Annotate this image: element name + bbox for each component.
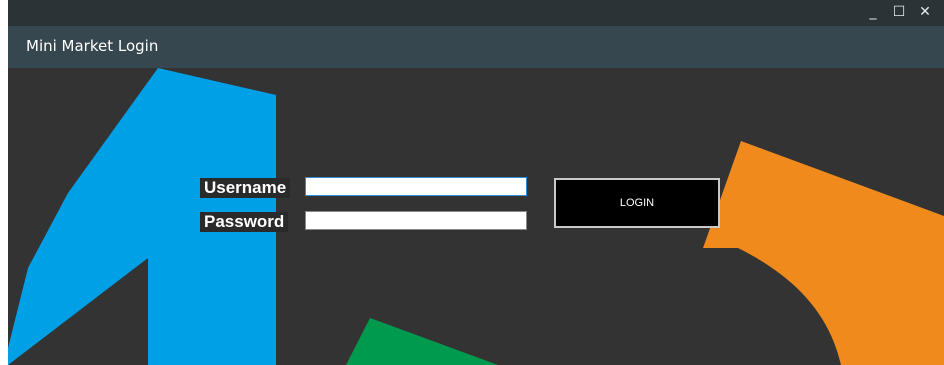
password-input[interactable] <box>305 211 527 230</box>
maximize-icon[interactable]: ☐ <box>892 3 906 21</box>
password-label: Password <box>200 212 289 232</box>
page-title: Mini Market Login <box>26 37 159 55</box>
green-shape <box>346 318 498 365</box>
window-controls: _ ☐ ✕ <box>866 3 932 21</box>
username-label: Username <box>200 178 291 198</box>
username-input[interactable] <box>305 177 527 196</box>
minimize-icon[interactable]: _ <box>866 3 880 21</box>
orange-shape <box>703 141 944 365</box>
header-bar: Mini Market Login <box>8 26 944 68</box>
login-button[interactable]: LOGIN <box>554 178 720 228</box>
app-window: _ ☐ ✕ Mini Market Login Username Passwor… <box>8 0 944 365</box>
title-bar: _ ☐ ✕ <box>8 0 944 26</box>
close-icon[interactable]: ✕ <box>918 3 932 21</box>
